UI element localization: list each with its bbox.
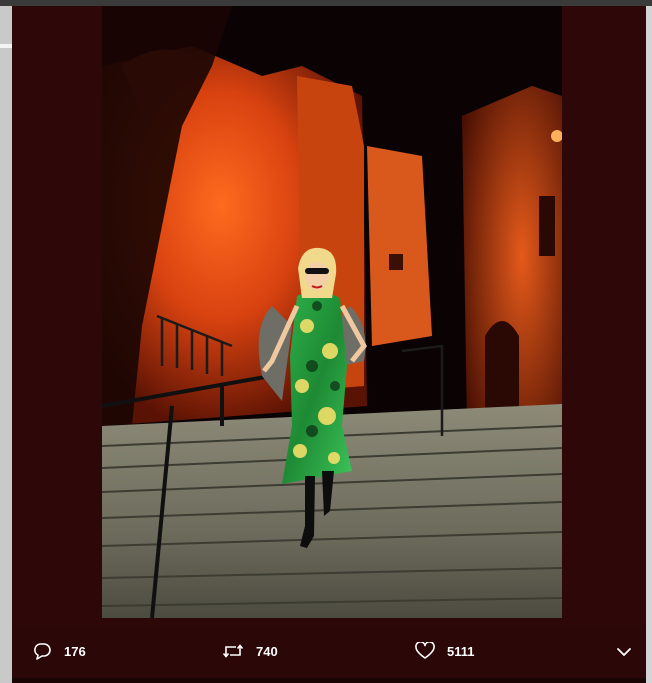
tweet-action-bar: 176 740 5111	[12, 626, 646, 678]
like-count: 5111	[447, 643, 475, 659]
tower-window	[389, 254, 403, 270]
right-doorway	[485, 321, 519, 416]
photo-scene	[102, 6, 562, 618]
retweet-button[interactable]: 740	[222, 640, 278, 662]
reply-icon	[32, 642, 52, 660]
left-edge-highlight	[0, 44, 12, 48]
more-options-button[interactable]	[615, 644, 633, 660]
heart-icon	[415, 642, 435, 660]
reply-button[interactable]: 176	[32, 640, 86, 662]
viewer-bottom-strip	[12, 678, 646, 683]
like-button[interactable]: 5111	[415, 640, 475, 662]
chevron-down-icon	[615, 647, 633, 664]
media-viewer: 176 740 5111	[12, 6, 646, 683]
right-window	[539, 196, 555, 256]
tweet-photo[interactable]	[102, 6, 562, 618]
reply-count: 176	[64, 643, 86, 659]
left-page-edge	[0, 6, 12, 683]
tower-side	[367, 146, 432, 346]
retweet-count: 740	[256, 643, 278, 659]
right-page-edge	[646, 6, 652, 683]
retweet-icon	[222, 642, 244, 660]
